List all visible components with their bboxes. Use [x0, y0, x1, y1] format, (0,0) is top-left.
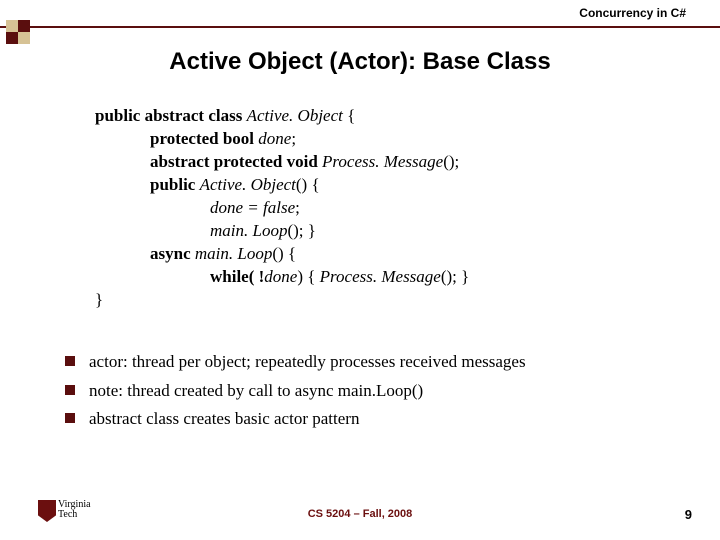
code-text: {: [343, 106, 355, 125]
code-text: Process. Message: [322, 152, 443, 171]
code-text: Process. Message: [320, 267, 441, 286]
code-text: public: [150, 175, 200, 194]
bullet-list: actor: thread per object; repeatedly pro…: [65, 350, 680, 436]
code-text: Active. Object: [200, 175, 296, 194]
list-item: note: thread created by call to async ma…: [65, 379, 680, 404]
code-text: done = false: [210, 198, 295, 217]
slide-footer: Virginia Tech CS 5204 – Fall, 2008 9: [0, 498, 720, 522]
header-topic: Concurrency in C#: [575, 6, 690, 20]
code-text: ;: [295, 198, 300, 217]
code-text: main. Loop: [195, 244, 272, 263]
deco-square: [18, 20, 30, 32]
footer-course: CS 5204 – Fall, 2008: [0, 508, 720, 520]
slide-title: Active Object (Actor): Base Class: [0, 48, 720, 76]
code-text: (); }: [441, 267, 469, 286]
code-text: ;: [291, 129, 296, 148]
code-text: (); }: [287, 221, 315, 240]
code-text: main. Loop: [210, 221, 287, 240]
bullet-text: actor: thread per object; repeatedly pro…: [89, 350, 526, 375]
bullet-icon: [65, 413, 75, 423]
code-text: done: [258, 129, 291, 148]
code-text: while( !: [210, 267, 264, 286]
bullet-text: abstract class creates basic actor patte…: [89, 407, 359, 432]
code-text: protected bool: [150, 129, 258, 148]
code-listing: public abstract class Active. Object { p…: [95, 105, 680, 311]
header-line: [0, 26, 720, 28]
bullet-icon: [65, 356, 75, 366]
code-text: }: [95, 289, 680, 312]
code-text: Active. Object: [247, 106, 343, 125]
deco-square: [6, 20, 18, 32]
code-text: public abstract class: [95, 106, 247, 125]
code-text: async: [150, 244, 195, 263]
list-item: actor: thread per object; repeatedly pro…: [65, 350, 680, 375]
code-text: abstract protected void: [150, 152, 322, 171]
bullet-text: note: thread created by call to async ma…: [89, 379, 423, 404]
deco-square: [18, 32, 30, 44]
code-text: () {: [272, 244, 296, 263]
code-text: ();: [443, 152, 459, 171]
list-item: abstract class creates basic actor patte…: [65, 407, 680, 432]
code-text: () {: [296, 175, 320, 194]
deco-square: [6, 32, 18, 44]
bullet-icon: [65, 385, 75, 395]
page-number: 9: [685, 507, 692, 522]
code-text: ) {: [297, 267, 319, 286]
header-divider: [0, 18, 720, 38]
code-text: done: [264, 267, 297, 286]
